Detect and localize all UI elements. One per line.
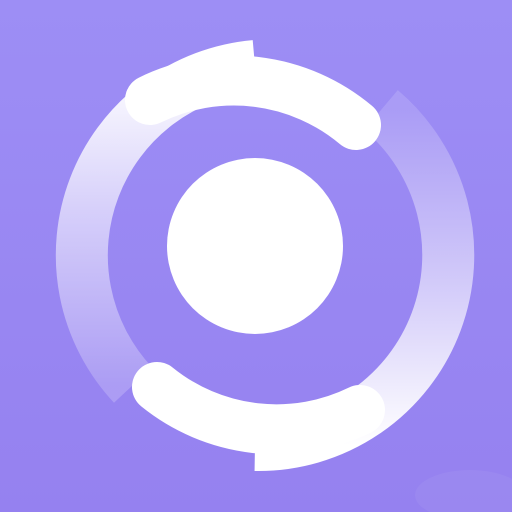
app-icon [0,0,512,512]
app-icon-graphic [0,0,512,512]
center-dot [167,158,343,334]
